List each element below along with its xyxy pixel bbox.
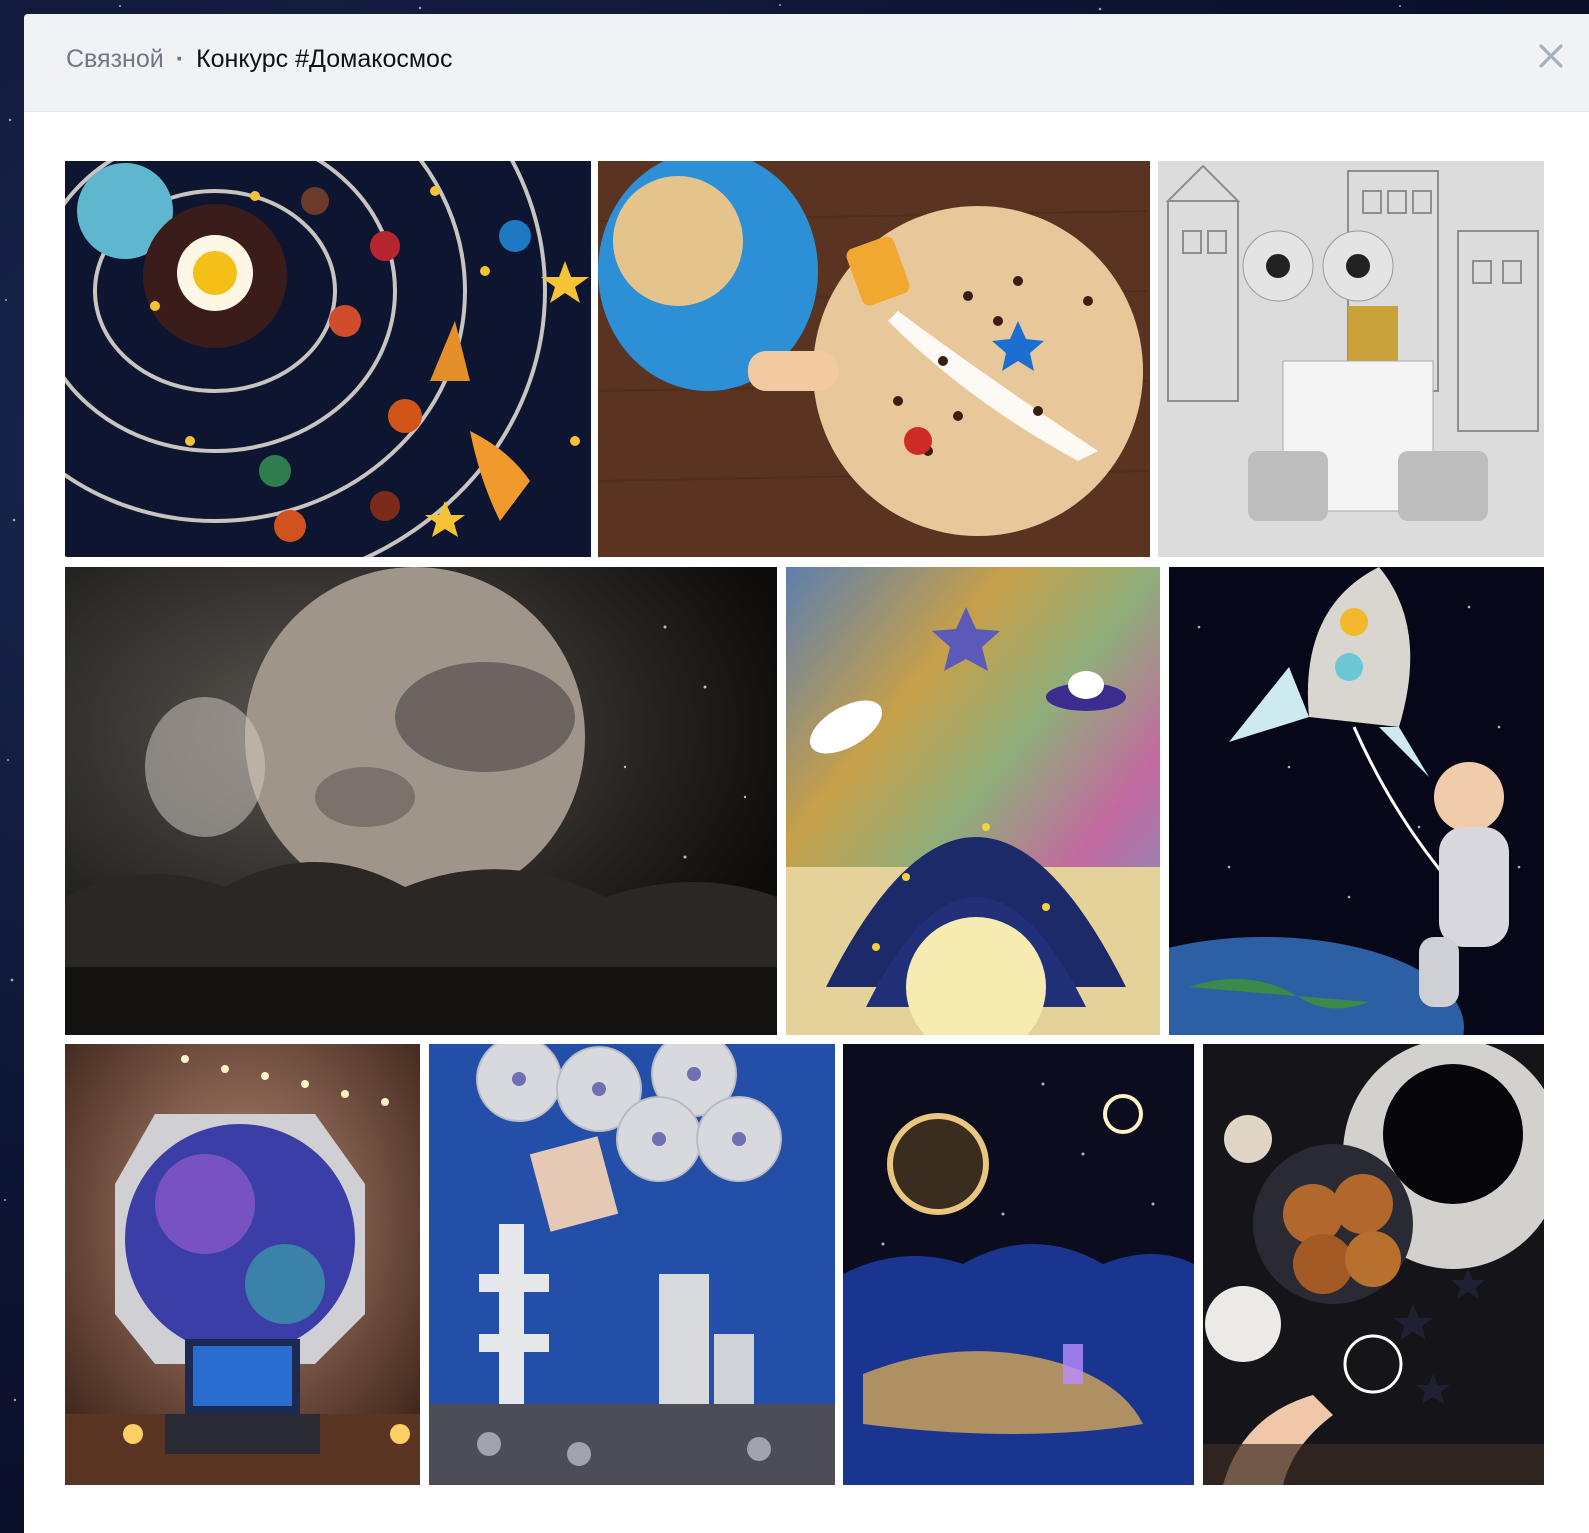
photo-solar-system-food[interactable] [65,161,591,557]
photo-rocket-astronaut-child[interactable] [1169,567,1544,1035]
close-button[interactable] [1533,38,1569,74]
group-link[interactable]: Связной [66,45,164,73]
photo-felt-planet-craft[interactable] [786,567,1160,1035]
photo-cardboard-robot[interactable] [1158,161,1544,557]
album-title: Конкурс #Домакосмос [196,45,453,73]
album-modal: Связной · Конкурс #Домакосмос [24,14,1589,1533]
modal-header: Связной · Конкурс #Домакосмос [24,14,1589,112]
photo-donuts-eclipse[interactable] [1203,1044,1544,1485]
photo-moon-painting[interactable] [65,567,777,1035]
photo-cd-space-collage[interactable] [429,1044,835,1485]
photo-glowing-planets[interactable] [843,1044,1194,1485]
photo-child-table-space[interactable] [598,161,1150,557]
breadcrumb-separator: · [175,45,185,73]
photo-porthole-laptop[interactable] [65,1044,420,1485]
close-icon [1539,44,1563,68]
breadcrumb: Связной · Конкурс #Домакосмос [66,44,452,74]
